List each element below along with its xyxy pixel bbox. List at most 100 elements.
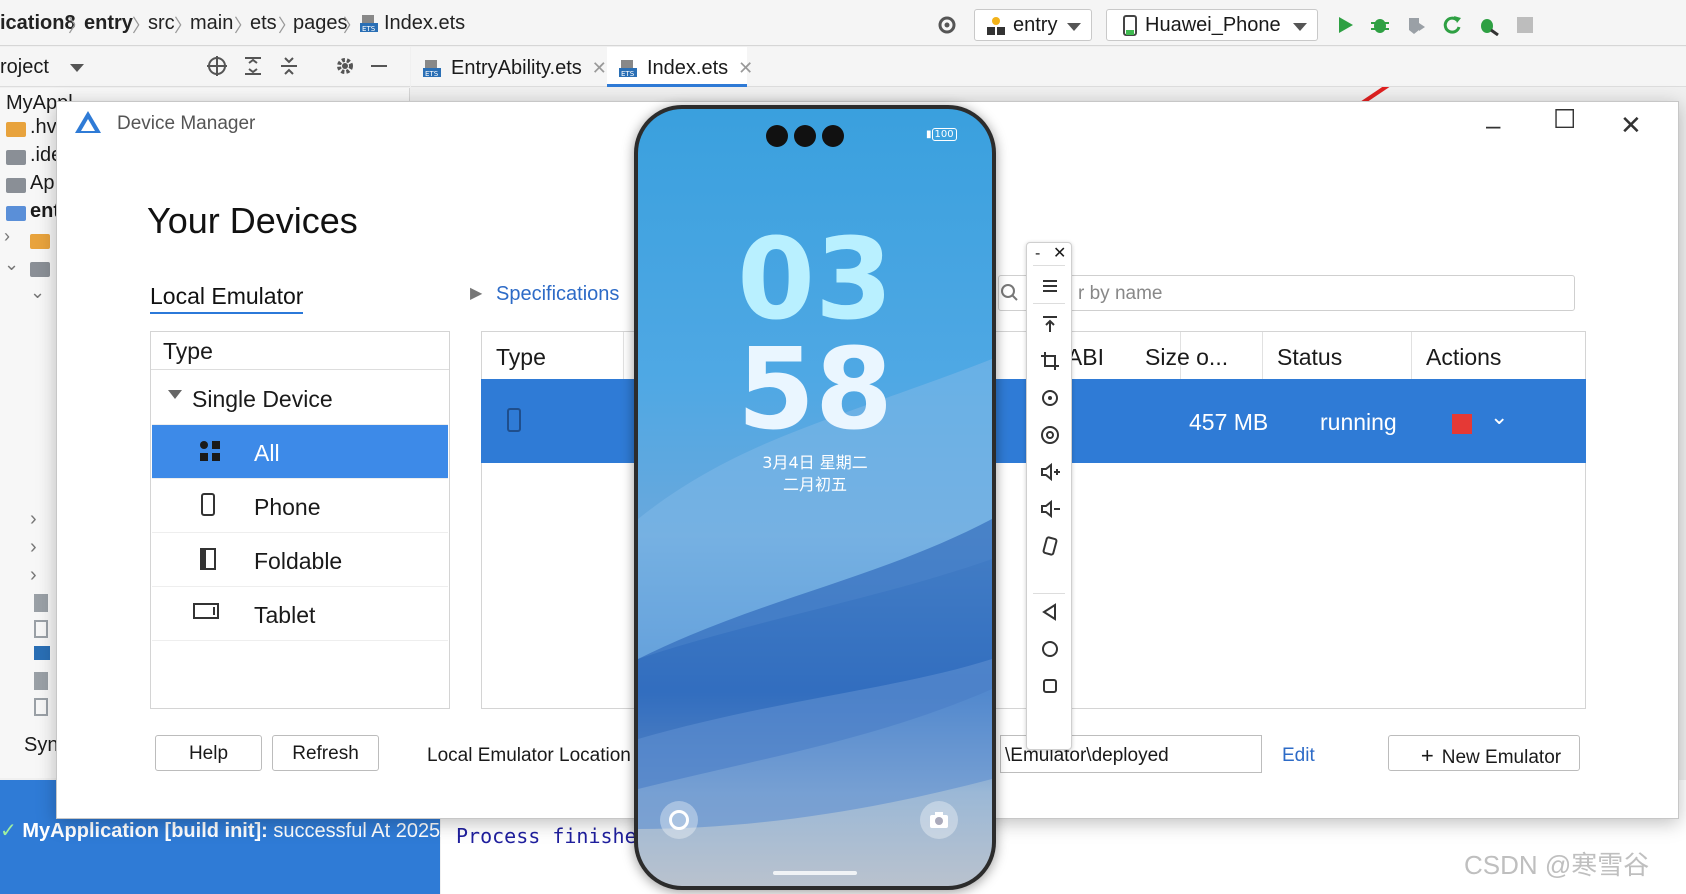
- close-icon[interactable]: ✕: [592, 58, 607, 78]
- camera-cutout: [766, 125, 788, 147]
- breadcrumb-file[interactable]: Index.ets: [384, 12, 465, 35]
- tree-item-appscope[interactable]: Ap: [30, 172, 54, 195]
- module-selector[interactable]: entry: [974, 9, 1092, 41]
- chevron-down-icon[interactable]: ⌄: [1490, 404, 1508, 430]
- tab-label: EntryAbility.ets: [451, 57, 582, 79]
- profile-icon[interactable]: [1405, 14, 1427, 36]
- back-icon[interactable]: [1039, 601, 1061, 623]
- minimize-icon[interactable]: –: [1486, 110, 1500, 141]
- tab-index[interactable]: ETS Index.ets ✕: [607, 47, 753, 87]
- tab-entryability[interactable]: ETS EntryAbility.ets ✕: [411, 47, 607, 87]
- breadcrumb-project[interactable]: ication8: [0, 12, 76, 35]
- tab-local-emulator[interactable]: Local Emulator: [150, 283, 304, 314]
- screenshot-icon[interactable]: [1039, 424, 1061, 446]
- recents-icon[interactable]: [1039, 675, 1061, 697]
- sync-tab[interactable]: Syn: [24, 734, 58, 757]
- camera-cutout: [822, 125, 844, 147]
- lockscreen-shortcut[interactable]: [660, 801, 698, 839]
- locate-icon[interactable]: [206, 55, 228, 77]
- volume-down-icon[interactable]: [1039, 498, 1061, 520]
- column-header-type[interactable]: Type: [482, 332, 624, 380]
- type-group-single-device[interactable]: Single Device: [152, 371, 448, 425]
- chevron-right-icon[interactable]: ▶: [470, 283, 482, 303]
- phone-icon: [1123, 15, 1137, 36]
- type-item-phone[interactable]: Phone: [152, 479, 448, 533]
- chevron-down-icon[interactable]: ⌄: [30, 282, 45, 303]
- chevron-right-icon[interactable]: ›: [4, 226, 10, 247]
- home-icon[interactable]: [1039, 638, 1061, 660]
- build-status[interactable]: ✓ MyApplication [build init]: successful…: [0, 818, 462, 843]
- device-selector[interactable]: Huawei_Phone: [1106, 9, 1318, 41]
- project-view-label[interactable]: roject: [0, 56, 49, 79]
- maximize-icon[interactable]: ☐: [1553, 104, 1576, 135]
- folder-icon: [30, 234, 50, 249]
- pin-top-icon[interactable]: [1039, 313, 1061, 335]
- volume-up-icon[interactable]: [1039, 461, 1061, 483]
- rotate-icon[interactable]: [1039, 387, 1061, 409]
- build-status-detail: successful At 2025/3,: [267, 820, 463, 842]
- gear-icon[interactable]: [334, 55, 356, 77]
- json-file-icon: [34, 620, 48, 638]
- apply-changes-icon[interactable]: [1441, 14, 1463, 36]
- camera-cutout: [794, 125, 816, 147]
- help-button[interactable]: Help: [155, 735, 262, 771]
- device-status: running: [1320, 409, 1397, 435]
- minimize-icon[interactable]: -: [1035, 245, 1040, 263]
- crop-icon[interactable]: [1039, 350, 1061, 372]
- folder-icon: [30, 262, 50, 277]
- lockscreen-minute: 58: [737, 325, 893, 455]
- edit-location-link[interactable]: Edit: [1282, 745, 1315, 767]
- expand-all-icon[interactable]: [242, 55, 264, 77]
- chevron-right-icon[interactable]: ›: [30, 564, 37, 587]
- folder-icon: [6, 122, 26, 137]
- emulator-screen[interactable]: ▮ 100 03 58 3月4日 星期二 二月初五: [638, 109, 992, 886]
- close-icon[interactable]: ✕: [1620, 110, 1642, 141]
- emulator-phone-frame: ▮ 100 03 58 3月4日 星期二 二月初五: [634, 105, 996, 890]
- type-item-all[interactable]: All: [152, 425, 448, 479]
- column-header-status[interactable]: Status: [1263, 332, 1412, 380]
- type-item-tablet[interactable]: Tablet: [152, 587, 448, 641]
- column-header-actions[interactable]: Actions: [1412, 332, 1586, 380]
- build-status-title: MyApplication [build init]:: [22, 820, 268, 842]
- specifications-toggle[interactable]: Specifications: [496, 283, 619, 306]
- close-icon[interactable]: ✕: [1053, 243, 1066, 263]
- ets-file-icon: ETS: [619, 60, 637, 77]
- breadcrumb-separator: 〉: [343, 16, 361, 36]
- chevron-right-icon[interactable]: ›: [30, 508, 37, 531]
- new-emulator-button[interactable]: + New Emulator: [1388, 735, 1580, 771]
- minimize-panel-icon[interactable]: [368, 55, 390, 77]
- home-indicator[interactable]: [773, 871, 857, 875]
- stop-emulator-button[interactable]: [1452, 414, 1472, 434]
- collapse-all-icon[interactable]: [278, 55, 300, 77]
- menu-icon[interactable]: [1039, 275, 1061, 297]
- type-item-foldable[interactable]: Foldable: [152, 533, 448, 587]
- editor-tab-bar: ETS EntryAbility.ets ✕ ETS Index.ets ✕: [411, 47, 1686, 87]
- close-icon[interactable]: ✕: [738, 58, 753, 78]
- target-gear-icon[interactable]: [936, 14, 958, 36]
- location-label: Local Emulator Location: [427, 745, 631, 766]
- breadcrumb-src[interactable]: src: [148, 12, 175, 35]
- phone-icon: [507, 408, 521, 432]
- chevron-down-icon[interactable]: ⌄: [4, 254, 19, 275]
- column-header-size[interactable]: Size o...: [1131, 332, 1263, 380]
- type-item-label: All: [254, 440, 280, 466]
- chevron-right-icon[interactable]: ›: [30, 536, 37, 559]
- breadcrumb-pages[interactable]: pages: [293, 12, 348, 35]
- run-icon[interactable]: [1334, 14, 1356, 36]
- debug-icon[interactable]: [1369, 14, 1391, 36]
- chevron-down-icon[interactable]: [70, 64, 84, 72]
- json-file-icon: [34, 698, 48, 716]
- shake-icon[interactable]: [1039, 535, 1061, 557]
- tree-item-hvigor[interactable]: .hv: [30, 116, 57, 139]
- check-icon: ✓: [0, 820, 17, 842]
- breadcrumb-ets[interactable]: ets: [250, 12, 277, 35]
- breadcrumb-module[interactable]: entry: [84, 12, 133, 35]
- stop-icon[interactable]: [1514, 14, 1536, 36]
- module-folder-icon: [6, 206, 26, 221]
- refresh-button[interactable]: Refresh: [272, 735, 379, 771]
- chevron-down-icon: [1067, 23, 1081, 31]
- breadcrumb-main[interactable]: main: [190, 12, 233, 35]
- battery-icon: ▮: [926, 129, 932, 140]
- attach-debugger-icon[interactable]: [1477, 14, 1499, 36]
- camera-shortcut[interactable]: [920, 801, 958, 839]
